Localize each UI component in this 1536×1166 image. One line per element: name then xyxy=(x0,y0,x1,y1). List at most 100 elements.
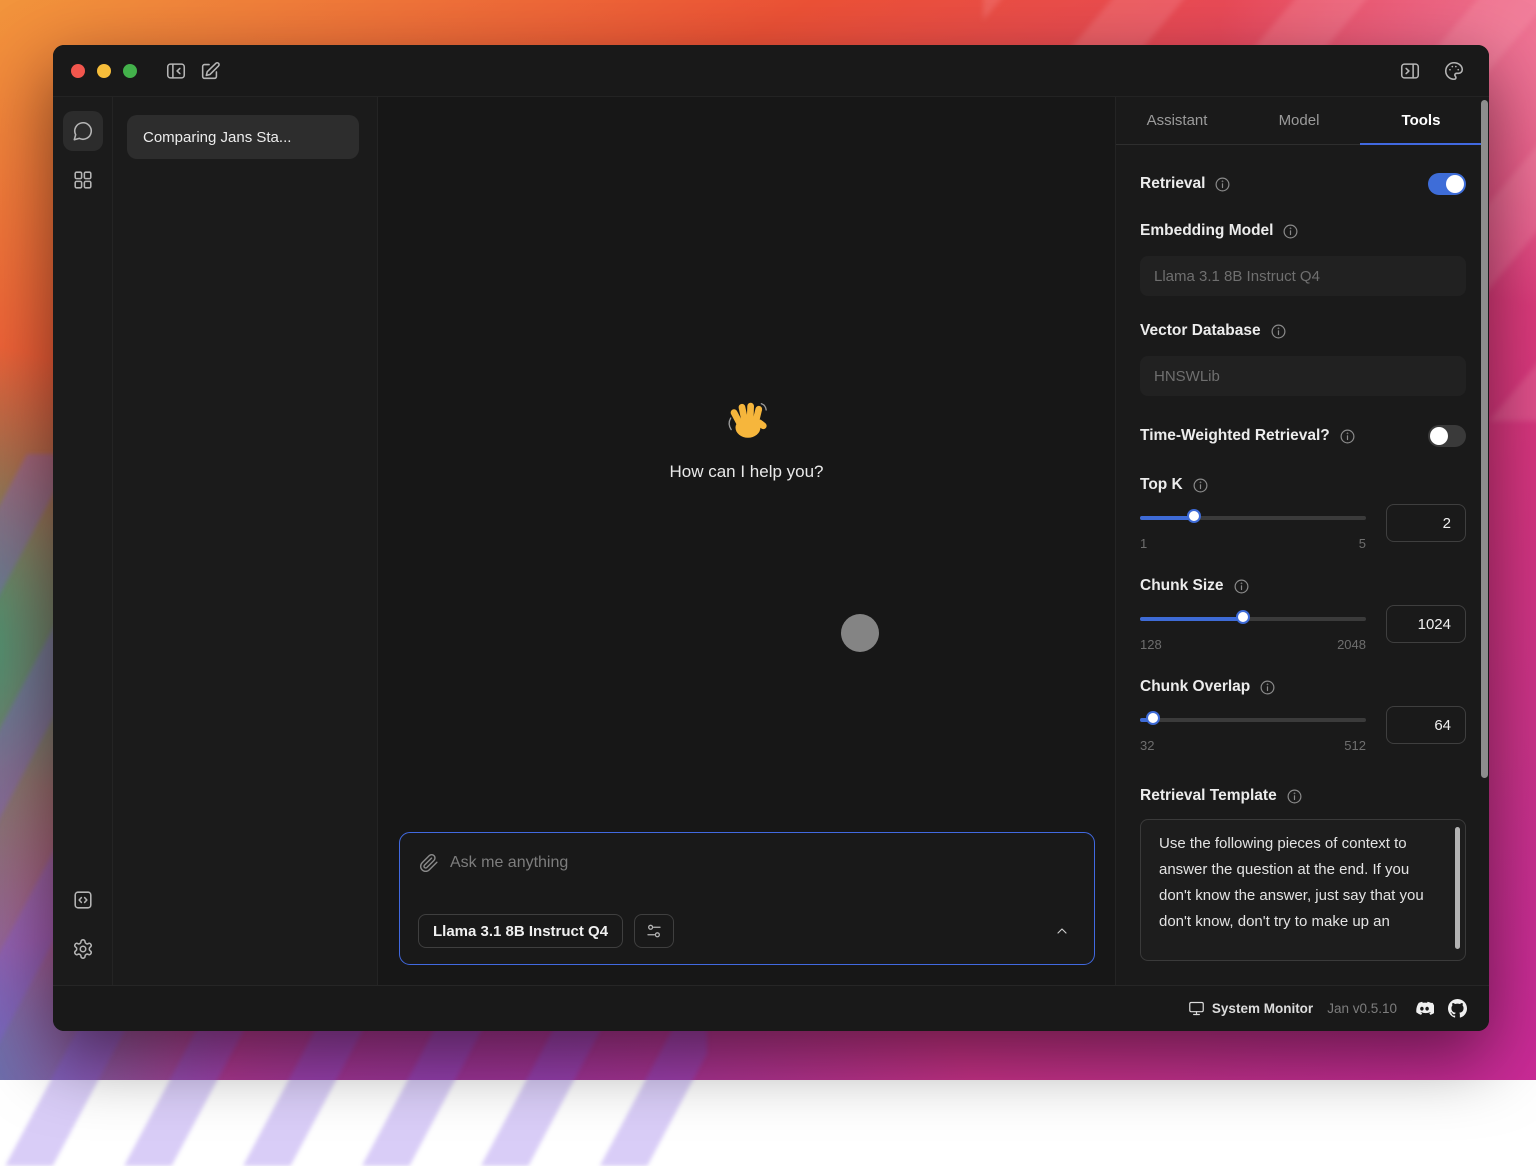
time-weighted-toggle[interactable] xyxy=(1428,425,1466,447)
chevron-up-icon xyxy=(1054,923,1070,939)
wave-emoji xyxy=(724,397,770,443)
panel-left-collapse-icon xyxy=(165,60,187,82)
vector-database-input[interactable]: HNSWLib xyxy=(1140,356,1466,396)
top-k-slider[interactable] xyxy=(1140,504,1366,532)
gear-icon xyxy=(72,938,94,960)
collapse-input-button[interactable] xyxy=(1054,923,1070,939)
info-icon[interactable] xyxy=(1282,223,1299,240)
info-icon[interactable] xyxy=(1214,176,1231,193)
retrieval-toggle[interactable] xyxy=(1428,173,1466,195)
tab-assistant[interactable]: Assistant xyxy=(1116,97,1238,144)
textarea-scrollbar[interactable] xyxy=(1455,827,1460,949)
attachment-icon[interactable] xyxy=(419,853,439,873)
info-icon[interactable] xyxy=(1259,679,1276,696)
chat-area: How can I help you? Ask me anything Llam… xyxy=(378,97,1115,985)
threads-nav-button[interactable] xyxy=(63,111,103,151)
status-bar: System Monitor Jan v0.5.10 xyxy=(53,985,1489,1031)
empty-state: How can I help you? xyxy=(378,397,1115,482)
info-icon[interactable] xyxy=(1286,788,1303,805)
chunk-size-value[interactable]: 1024 xyxy=(1386,605,1466,643)
retrieval-label: Retrieval xyxy=(1140,175,1205,193)
time-weighted-row: Time-Weighted Retrieval? xyxy=(1140,422,1466,450)
chunk-overlap-max: 512 xyxy=(1344,738,1366,753)
left-rail xyxy=(53,97,113,985)
tab-tools[interactable]: Tools xyxy=(1360,97,1482,144)
minimize-button[interactable] xyxy=(97,64,111,78)
local-api-server-button[interactable] xyxy=(63,880,103,920)
info-icon[interactable] xyxy=(1339,428,1356,445)
chunk-overlap-label: Chunk Overlap xyxy=(1140,678,1250,696)
top-k-value[interactable]: 2 xyxy=(1386,504,1466,542)
titlebar xyxy=(53,45,1489,97)
system-monitor-label: System Monitor xyxy=(1212,1001,1313,1016)
chunk-size-max: 2048 xyxy=(1337,637,1366,652)
tools-panel: Retrieval Embedding Model Llama 3.1 8B I… xyxy=(1116,145,1482,961)
close-button[interactable] xyxy=(71,64,85,78)
github-icon[interactable] xyxy=(1448,999,1467,1018)
toggle-right-panel-button[interactable] xyxy=(1393,54,1427,88)
jan-app-window: Comparing Jans Sta... How can I help xyxy=(53,45,1489,1031)
new-thread-button[interactable] xyxy=(193,54,227,88)
model-settings-button[interactable] xyxy=(634,914,674,948)
chunk-overlap-value[interactable]: 64 xyxy=(1386,706,1466,744)
system-monitor-button[interactable]: System Monitor xyxy=(1188,1000,1313,1017)
model-selector[interactable]: Llama 3.1 8B Instruct Q4 xyxy=(418,914,623,948)
settings-button[interactable] xyxy=(63,929,103,969)
zoom-button[interactable] xyxy=(123,64,137,78)
hub-nav-button[interactable] xyxy=(63,160,103,200)
chunk-size-label: Chunk Size xyxy=(1140,577,1224,595)
window-controls xyxy=(71,64,137,78)
retrieval-template-text: Use the following pieces of context to a… xyxy=(1159,835,1424,930)
chunk-overlap-slider[interactable] xyxy=(1140,706,1366,734)
panel-scrollbar[interactable] xyxy=(1481,100,1488,778)
palette-icon xyxy=(1443,60,1465,82)
top-k-header: Top K xyxy=(1140,476,1466,494)
thread-item[interactable]: Comparing Jans Sta... xyxy=(127,115,359,159)
greeting-text: How can I help you? xyxy=(378,462,1115,482)
code-square-icon xyxy=(72,889,94,911)
right-panel: Assistant Model Tools Retrieval Embeddin… xyxy=(1115,97,1482,985)
slider-handle[interactable] xyxy=(1236,610,1250,624)
info-icon[interactable] xyxy=(1233,578,1250,595)
app-version: Jan v0.5.10 xyxy=(1327,1001,1397,1016)
thread-list: Comparing Jans Sta... xyxy=(113,97,378,985)
info-icon[interactable] xyxy=(1192,477,1209,494)
vector-database-row: Vector Database xyxy=(1140,322,1466,340)
top-k-label: Top K xyxy=(1140,476,1183,494)
grid-icon xyxy=(72,169,94,191)
info-icon[interactable] xyxy=(1270,323,1287,340)
theme-button[interactable] xyxy=(1437,54,1471,88)
chat-input-container[interactable]: Ask me anything Llama 3.1 8B Instruct Q4 xyxy=(399,832,1095,965)
top-k-max: 5 xyxy=(1359,536,1366,551)
tab-model[interactable]: Model xyxy=(1238,97,1360,144)
embedding-model-row: Embedding Model xyxy=(1140,222,1466,240)
panel-right-icon xyxy=(1399,60,1421,82)
slider-handle[interactable] xyxy=(1187,509,1201,523)
chunk-size-slider[interactable] xyxy=(1140,605,1366,633)
model-selector-label: Llama 3.1 8B Instruct Q4 xyxy=(433,923,608,940)
chunk-size-header: Chunk Size xyxy=(1140,577,1466,595)
collapse-left-panel-button[interactable] xyxy=(159,54,193,88)
chat-input-placeholder[interactable]: Ask me anything xyxy=(450,854,568,872)
embedding-model-label: Embedding Model xyxy=(1140,222,1273,240)
vector-database-label: Vector Database xyxy=(1140,322,1261,340)
time-weighted-label: Time-Weighted Retrieval? xyxy=(1140,427,1330,445)
compose-icon xyxy=(199,60,221,82)
retrieval-template-label: Retrieval Template xyxy=(1140,787,1277,805)
embedding-model-input[interactable]: Llama 3.1 8B Instruct Q4 xyxy=(1140,256,1466,296)
chunk-overlap-min: 32 xyxy=(1140,738,1154,753)
chat-bubble-icon xyxy=(72,120,94,142)
discord-icon[interactable] xyxy=(1415,999,1434,1018)
retrieval-template-textarea[interactable]: Use the following pieces of context to a… xyxy=(1140,819,1466,961)
chunk-overlap-header: Chunk Overlap xyxy=(1140,678,1466,696)
slider-handle[interactable] xyxy=(1146,711,1160,725)
monitor-icon xyxy=(1188,1000,1205,1017)
cursor-indicator xyxy=(841,614,879,652)
chunk-size-min: 128 xyxy=(1140,637,1162,652)
retrieval-row: Retrieval xyxy=(1140,170,1466,198)
top-k-min: 1 xyxy=(1140,536,1147,551)
panel-tabs: Assistant Model Tools xyxy=(1116,97,1482,145)
retrieval-template-header: Retrieval Template xyxy=(1140,787,1466,805)
thread-title: Comparing Jans Sta... xyxy=(143,129,291,146)
sliders-icon xyxy=(645,922,663,940)
